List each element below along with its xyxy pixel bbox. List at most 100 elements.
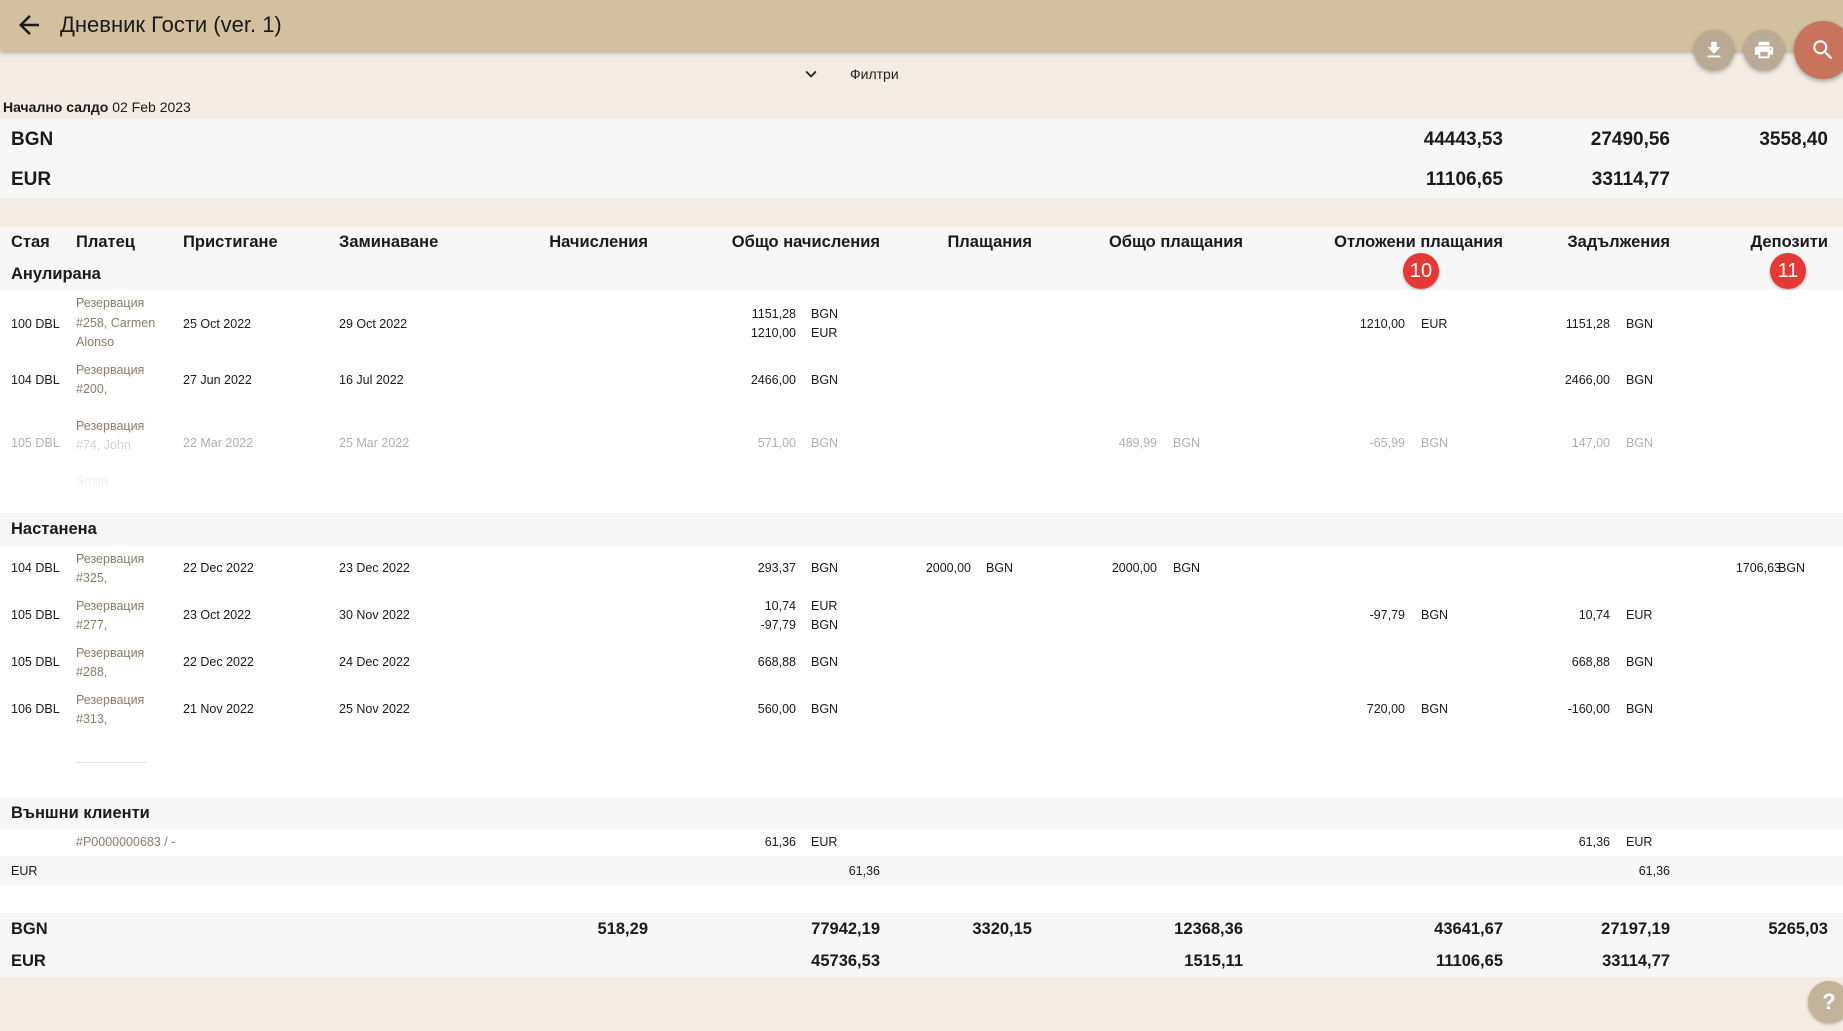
payer-line[interactable]: #325, [76, 569, 107, 588]
total-amount: 33114,77 [1602, 952, 1670, 970]
total-amount: 12368,36 [1174, 920, 1243, 938]
subtotal-currency: EUR [11, 864, 38, 878]
room-cell: 100 DBL [11, 317, 60, 331]
total-currency: EUR [11, 952, 46, 970]
departure-cell: 30 Nov 2022 [339, 608, 410, 622]
arrival-cell: 25 Oct 2022 [183, 317, 252, 331]
group-title-external: Външни клиенти [11, 804, 150, 822]
amount: 1210,00 [1359, 317, 1405, 331]
room-cell: 104 DBL [11, 561, 60, 575]
departure-cell: 24 Dec 2022 [339, 655, 410, 669]
group-accommodated-rows: 104 DBL Резервация #325, 22 Dec 2022 23 … [0, 546, 1843, 797]
print-button[interactable] [1744, 30, 1784, 70]
opening-amount: 33114,77 [1591, 169, 1670, 190]
amount: 668,88 [1571, 655, 1610, 669]
amount: 1151,28 [751, 307, 796, 321]
total-amount: 45736,53 [811, 952, 880, 970]
search-button[interactable] [1794, 21, 1843, 79]
amount: 560,00 [757, 702, 796, 716]
payer-line[interactable]: Резервация [76, 597, 144, 616]
payer-line[interactable]: #277, [76, 616, 107, 635]
currency: BGN [986, 561, 1014, 575]
column-departure: Заминаване [339, 233, 439, 251]
total-amount: 5265,03 [1768, 920, 1828, 938]
payer-line[interactable]: Smith [76, 472, 108, 491]
payer-line[interactable]: Alonso [76, 333, 114, 352]
payer-line[interactable]: Резервация [76, 294, 144, 313]
currency: BGN [811, 561, 839, 575]
payer-line[interactable]: Резервация [76, 550, 144, 569]
filters-toggle[interactable]: Филтри [800, 62, 899, 86]
currency: BGN [1626, 655, 1654, 669]
amount: -97,79 [1369, 608, 1405, 622]
payer-line[interactable]: #288, [76, 663, 107, 682]
currency: EUR [811, 599, 838, 613]
payer-line[interactable]: #200, [76, 380, 107, 399]
back-button[interactable] [14, 10, 44, 40]
print-icon [1754, 41, 1774, 59]
amount: 489,99 [1118, 436, 1157, 450]
arrival-cell: 21 Nov 2022 [183, 702, 254, 716]
currency: BGN [1626, 436, 1654, 450]
arrival-cell: 22 Dec 2022 [183, 561, 254, 575]
arrival-cell: 27 Jun 2022 [183, 373, 252, 387]
column-payer: Платец [76, 233, 135, 251]
amount: 1706,63 [1735, 561, 1781, 575]
help-icon: ? [1822, 989, 1836, 1014]
currency: EUR [811, 835, 838, 849]
amount: 2000,00 [925, 561, 971, 575]
amount: -65,99 [1369, 436, 1405, 450]
departure-cell: 29 Oct 2022 [339, 317, 408, 331]
payer-line[interactable]: Резервация [76, 691, 144, 710]
amount: 2466,00 [750, 373, 796, 387]
spacer-row [0, 885, 1843, 913]
column-total-payments: Общо плащания [1108, 233, 1243, 251]
group-header-accommodated: Настанена [0, 513, 1843, 546]
table-row[interactable]: #P0000000683 / - 61,36 EUR 61,36 EUR [0, 829, 1843, 856]
group-header-external: Външни клиенти [0, 797, 1843, 829]
amount: 571,00 [757, 436, 796, 450]
opening-totals: BGN 44443,53 27490,56 3558,40 EUR 11106,… [0, 119, 1843, 198]
payer-line[interactable]: Резервация [76, 644, 144, 663]
currency: BGN [811, 655, 839, 669]
download-button[interactable] [1694, 30, 1734, 70]
currency: BGN [811, 436, 839, 450]
currency: BGN [1626, 373, 1654, 387]
arrival-cell: 23 Oct 2022 [183, 608, 252, 622]
payer-line[interactable]: #313, [76, 710, 107, 729]
currency: BGN [811, 702, 839, 716]
currency: BGN [1173, 436, 1201, 450]
amount: 2000,00 [1111, 561, 1157, 575]
currency: BGN [811, 307, 839, 321]
group-subtotal-external: EUR 61,36 61,36 [0, 856, 1843, 885]
search-icon [1813, 40, 1833, 60]
opening-balance-date: 02 Feb 2023 [112, 99, 191, 115]
total-amount: 3320,15 [972, 920, 1032, 938]
currency: BGN [1778, 561, 1806, 575]
currency: EUR [1626, 608, 1653, 622]
room-cell: 105 DBL [11, 655, 60, 669]
payer-line[interactable]: Резервация [76, 361, 144, 380]
amount: 61,36 [1578, 835, 1610, 849]
tour-badge: 11 [1770, 253, 1806, 289]
payer-line[interactable]: #74, John [76, 436, 131, 455]
help-button[interactable]: ? [1808, 981, 1843, 1023]
departure-cell: 16 Jul 2022 [339, 373, 404, 387]
filters-label: Филтри [850, 66, 899, 82]
payer-line[interactable]: Резервация [76, 417, 144, 436]
amount: 2466,00 [1564, 373, 1610, 387]
arrival-cell: 22 Dec 2022 [183, 655, 254, 669]
payer-line[interactable]: #258, Carmen [76, 314, 155, 333]
chevron-down-icon [805, 70, 817, 78]
currency: BGN [1421, 702, 1449, 716]
column-room: Стая [11, 233, 50, 251]
departure-cell: 25 Mar 2022 [339, 436, 410, 450]
total-amount: 518,29 [597, 920, 648, 938]
subtotal-amount: 61,36 [1638, 864, 1670, 878]
room-cell: 105 DBL [11, 608, 60, 622]
amount: 293,37 [757, 561, 796, 575]
payer-line[interactable]: #P0000000683 / - [76, 833, 175, 852]
amount: 147,00 [1571, 436, 1610, 450]
currency: BGN [1421, 608, 1449, 622]
currency: BGN [811, 618, 839, 632]
